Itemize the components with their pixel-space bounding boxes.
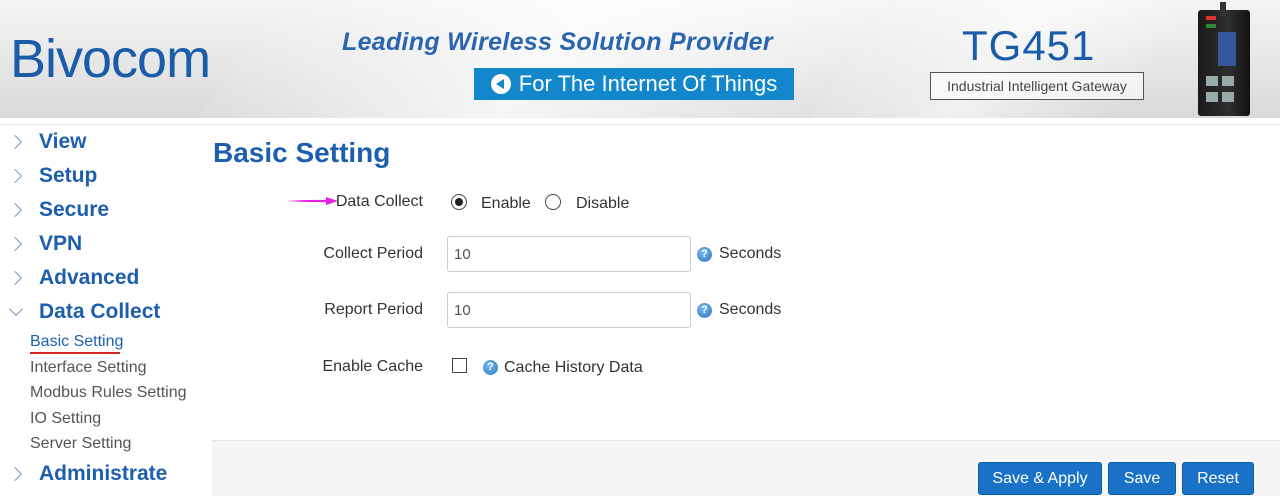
model-subtitle: Industrial Intelligent Gateway <box>930 72 1144 100</box>
save-button[interactable]: Save <box>1108 462 1176 495</box>
collect-period-label: Collect Period <box>323 245 423 262</box>
sidebar-subitem-modbus-rules-setting[interactable]: Modbus Rules Setting <box>30 384 187 402</box>
chevron-right-icon <box>8 168 24 184</box>
sidebar-item-secure[interactable]: Secure <box>8 195 109 225</box>
help-icon[interactable]: ? <box>697 303 712 318</box>
header-banner: Bivocom Leading Wireless Solution Provid… <box>0 0 1280 118</box>
help-icon[interactable]: ? <box>483 360 498 375</box>
enable-radio-label[interactable]: Enable <box>481 195 531 213</box>
sidebar-item-label: VPN <box>39 232 83 255</box>
data-collect-enable-radio[interactable] <box>451 194 467 210</box>
chevron-right-icon <box>8 134 24 150</box>
collect-period-input[interactable] <box>447 236 691 272</box>
header-divider <box>0 124 1280 125</box>
report-period-input[interactable] <box>447 292 691 328</box>
chevron-down-icon <box>8 304 24 320</box>
enable-cache-checkbox[interactable] <box>452 358 467 373</box>
help-icon[interactable]: ? <box>697 247 712 262</box>
sidebar-subitem-io-setting[interactable]: IO Setting <box>30 410 101 428</box>
sidebar-item-advanced[interactable]: Advanced <box>8 263 139 293</box>
chevron-right-icon <box>8 466 24 482</box>
iot-banner-text: For The Internet Of Things <box>518 71 778 96</box>
reset-button[interactable]: Reset <box>1182 462 1254 495</box>
sidebar-nav: View Setup Secure VPN Advanced Data Coll… <box>0 126 200 496</box>
chevron-right-icon <box>8 236 24 252</box>
sidebar-item-label: Data Collect <box>39 300 161 323</box>
iot-banner: For The Internet Of Things <box>474 68 794 100</box>
sidebar-item-setup[interactable]: Setup <box>8 161 97 191</box>
sidebar-item-label: View <box>39 130 87 153</box>
active-indicator <box>30 352 120 354</box>
sidebar-item-label: Administrate <box>39 462 168 485</box>
report-period-label: Report Period <box>324 301 423 318</box>
sidebar-item-label: Advanced <box>39 266 140 289</box>
sidebar-item-vpn[interactable]: VPN <box>8 229 82 259</box>
tagline: Leading Wireless Solution Provider <box>342 28 773 56</box>
sidebar-item-label: Setup <box>39 164 98 187</box>
model-name: TG451 <box>962 22 1096 69</box>
data-collect-disable-radio[interactable] <box>545 194 561 210</box>
disable-radio-label[interactable]: Disable <box>576 195 629 213</box>
sidebar-subitem-basic-setting[interactable]: Basic Setting <box>30 333 123 351</box>
sidebar-subitem-server-setting[interactable]: Server Setting <box>30 435 131 453</box>
back-arrow-icon <box>490 74 511 94</box>
cache-history-hint: Cache History Data <box>504 359 643 376</box>
save-apply-button[interactable]: Save & Apply <box>978 462 1102 495</box>
gateway-device-image <box>1198 2 1250 116</box>
brand-logo: Bivocom <box>10 29 211 89</box>
report-period-unit: Seconds <box>719 301 782 318</box>
page-title: Basic Setting <box>213 137 391 168</box>
sidebar-item-view[interactable]: View <box>8 127 86 157</box>
sidebar-item-label: Secure <box>39 198 110 221</box>
chevron-right-icon <box>8 202 24 218</box>
chevron-right-icon <box>8 270 24 286</box>
sidebar-item-data-collect[interactable]: Data Collect <box>8 297 160 327</box>
enable-cache-label: Enable Cache <box>322 358 423 375</box>
sidebar-subitem-interface-setting[interactable]: Interface Setting <box>30 359 147 377</box>
data-collect-label: Data Collect <box>335 193 423 210</box>
sidebar-item-administrate[interactable]: Administrate <box>8 459 167 489</box>
collect-period-unit: Seconds <box>719 245 782 262</box>
